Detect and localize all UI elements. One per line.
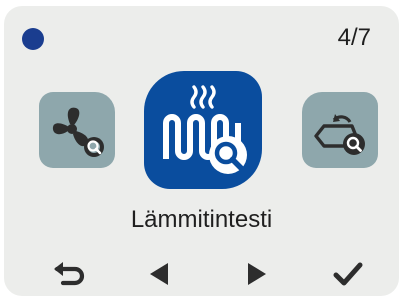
next-button[interactable]	[236, 256, 276, 292]
triangle-right-icon	[248, 263, 266, 285]
menu-item-heater-test[interactable]	[144, 71, 262, 189]
triangle-left-icon	[150, 263, 168, 285]
back-button[interactable]	[50, 256, 90, 292]
confirm-button[interactable]	[328, 256, 368, 292]
valve-test-icon	[314, 114, 365, 155]
page-counter: 4/7	[337, 24, 371, 51]
status-indicator-dot	[22, 28, 44, 50]
menu-item-valve-test[interactable]	[302, 92, 378, 168]
fan-test-icon	[52, 107, 104, 157]
device-screen: 4/7 Lämmitintesti	[4, 6, 399, 296]
menu-item-fan-test[interactable]	[39, 92, 115, 168]
checkmark-icon	[333, 262, 363, 286]
previous-button[interactable]	[140, 256, 180, 292]
back-arrow-icon	[54, 262, 85, 286]
current-item-label: Lämmitintesti	[130, 206, 273, 233]
heater-test-icon	[163, 85, 247, 174]
